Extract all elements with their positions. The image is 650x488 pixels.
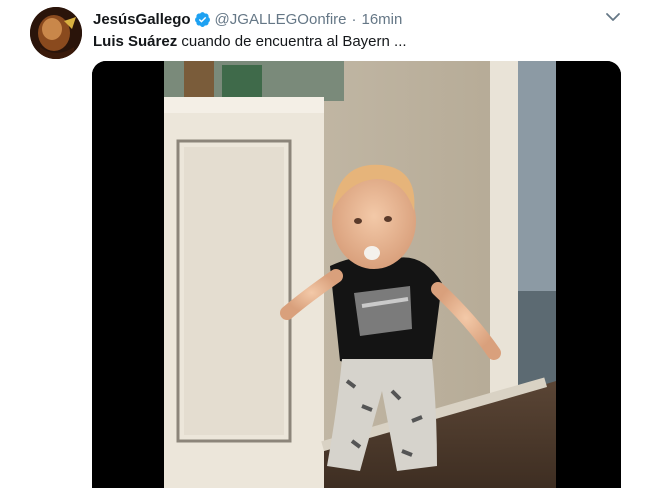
tweet-card[interactable]: JesúsGallego @JGALLEGOonfire · 16min Lui…	[0, 0, 650, 488]
verified-badge-icon	[194, 11, 211, 28]
user-handle[interactable]: @JGALLEGOonfire	[215, 11, 347, 28]
tweet-text-rest: cuando de encuentra al Bayern ...	[177, 33, 407, 50]
video-media[interactable]	[92, 61, 621, 488]
separator-dot: ·	[351, 10, 357, 28]
timestamp[interactable]: 16min	[362, 11, 403, 28]
tweet-header: JesúsGallego @JGALLEGOonfire · 16min	[93, 9, 402, 29]
display-name[interactable]: JesúsGallego	[93, 11, 191, 28]
chevron-down-icon[interactable]	[604, 8, 622, 26]
video-frame	[92, 61, 621, 488]
tweet-text: Luis Suárez cuando de encuentra al Bayer…	[93, 33, 407, 50]
avatar[interactable]	[30, 7, 82, 59]
tweet-text-bold: Luis Suárez	[93, 33, 178, 50]
